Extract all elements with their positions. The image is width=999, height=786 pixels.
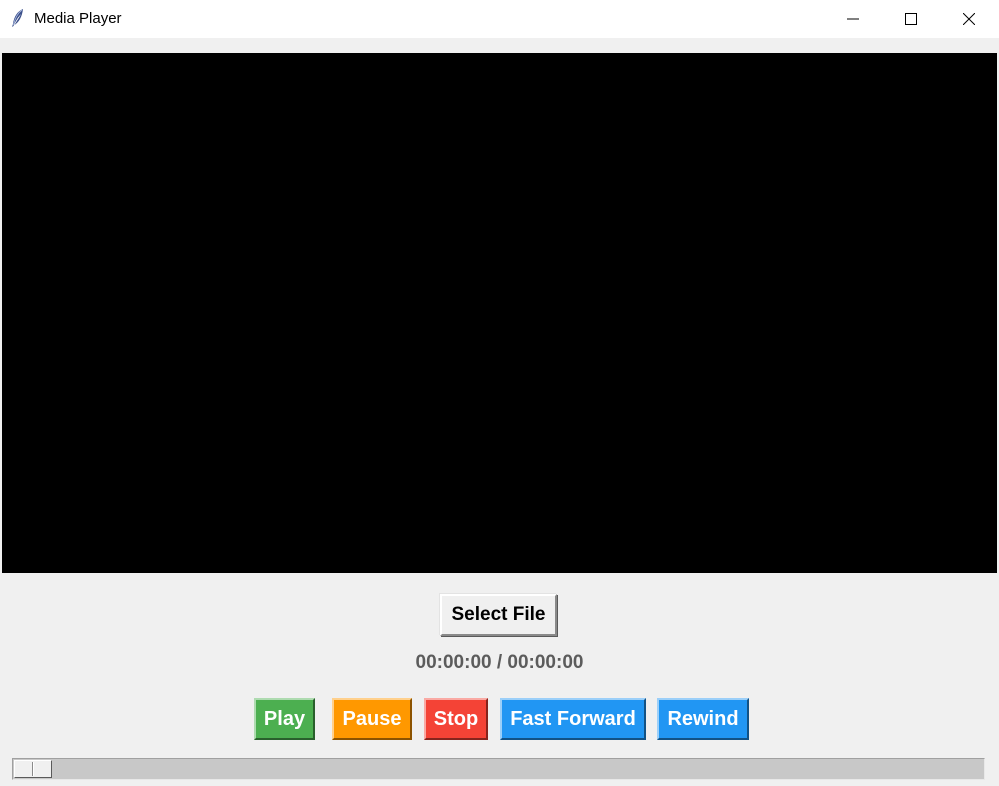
feather-icon xyxy=(12,9,23,27)
stop-button[interactable]: Stop xyxy=(424,698,488,740)
play-button[interactable]: Play xyxy=(254,698,315,740)
pause-button[interactable]: Pause xyxy=(332,698,412,740)
seek-slider-thumb[interactable] xyxy=(14,760,52,778)
rewind-button[interactable]: Rewind xyxy=(657,698,749,740)
window-title: Media Player xyxy=(34,10,122,27)
maximize-button[interactable] xyxy=(882,0,940,38)
select-file-button[interactable]: Select File xyxy=(440,594,557,636)
time-display: 00:00:00 / 00:00:00 xyxy=(415,652,584,673)
close-button[interactable] xyxy=(940,0,998,38)
slider-thumb-grip xyxy=(32,762,34,776)
fast-forward-button[interactable]: Fast Forward xyxy=(500,698,646,740)
title-bar: Media Player xyxy=(0,0,999,38)
maximize-icon xyxy=(905,13,917,25)
minimize-button[interactable] xyxy=(824,0,882,38)
close-icon xyxy=(963,13,975,25)
seek-slider[interactable] xyxy=(12,758,985,780)
minimize-icon xyxy=(847,18,859,20)
video-display xyxy=(2,53,997,573)
